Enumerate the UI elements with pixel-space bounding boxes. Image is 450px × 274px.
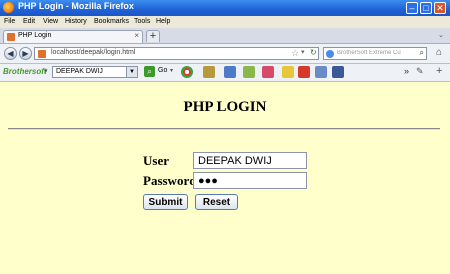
password-label: Password [143,173,197,188]
bookmark-star-icon[interactable]: ☆ [291,48,299,59]
tab-label: PHP Login [18,32,52,39]
toolbar-search-icon[interactable]: ⌕ [144,66,155,77]
window-titlebar[interactable]: PHP Login - Mozilla Firefox – □ ✕ [0,0,450,16]
menu-history[interactable]: History [65,18,87,25]
navigation-bar: ◀ ▶ localhost/deepak/login.html ☆ ▾ ↻ Br… [0,44,450,64]
menu-file[interactable]: File [4,18,15,25]
page-favicon-icon [7,33,15,41]
search-bar[interactable]: BrotherSoft Extreme Cu ⌕ [323,47,427,60]
menu-bar: File Edit View History Bookmarks Tools H… [0,16,450,28]
horizontal-divider [8,128,440,130]
news-icon[interactable] [224,66,236,78]
new-tab-button[interactable]: + [146,30,160,42]
window-title: PHP Login - Mozilla Firefox [18,1,134,11]
firefox-icon [3,2,14,13]
page-title: PHP LOGIN [183,99,267,115]
site-identity-icon [38,50,46,58]
user-input[interactable] [193,152,307,169]
close-window-button[interactable]: ✕ [434,2,446,14]
minimize-button[interactable]: – [406,2,418,14]
forward-button[interactable]: ▶ [19,47,32,60]
url-bar[interactable]: localhost/deepak/login.html ☆ ▾ ↻ [34,47,319,60]
toolbar-search-select[interactable]: DEEPAK DWIJ ▼ [52,66,138,78]
photos-icon[interactable] [203,66,215,78]
toolbar-select-value[interactable]: DEEPAK DWIJ [56,68,103,75]
toolbar-overflow-button[interactable]: » [404,66,409,76]
submit-button[interactable]: Submit [143,194,188,210]
toolbar-add-icon[interactable]: + [436,65,442,77]
video-icon[interactable] [315,66,327,78]
page-content: PHP LOGIN User Password Submit Reset [0,82,450,274]
tab-close-button[interactable]: × [134,31,139,40]
tab-php-login[interactable]: PHP Login × [3,30,143,43]
mail-icon[interactable] [282,66,294,78]
toolbar-select-arrow-icon[interactable]: ▼ [126,67,137,77]
url-dropdown-icon[interactable]: ▾ [301,48,305,56]
menu-bookmarks[interactable]: Bookmarks [94,18,129,25]
edit-icon[interactable] [243,66,255,78]
brand-dropdown-icon[interactable]: ▾ [44,67,48,75]
tab-strip: PHP Login × + ⌄ [0,28,450,44]
password-input[interactable] [193,172,307,189]
toolbar-go-button[interactable]: Go [158,67,167,74]
menu-help[interactable]: Help [156,18,170,25]
tab-list-chevron-icon[interactable]: ⌄ [438,31,444,39]
search-icon[interactable]: ⌕ [420,48,424,58]
youtube-icon[interactable] [298,66,310,78]
wrench-icon[interactable]: ✎ [416,66,424,77]
toolbar-go-dropdown-icon[interactable]: ▾ [170,67,173,74]
reload-icon[interactable]: ↻ [310,48,317,57]
search-placeholder[interactable]: BrotherSoft Extreme Cu [337,50,413,56]
user-label: User [143,153,169,168]
chrome-icon[interactable] [181,66,193,78]
facebook-icon[interactable] [332,66,344,78]
menu-view[interactable]: View [43,18,58,25]
home-icon[interactable]: ⌂ [432,47,446,60]
brothersoft-logo[interactable]: Brothersoft [3,67,47,76]
menu-edit[interactable]: Edit [23,18,35,25]
brothersoft-toolbar: Brothersoft ▾ DEEPAK DWIJ ▼ ⌕ Go ▾ » ✎ + [0,64,450,82]
menu-tools[interactable]: Tools [134,18,150,25]
search-engine-icon[interactable] [326,50,334,58]
maximize-button[interactable]: □ [420,2,432,14]
url-text[interactable]: localhost/deepak/login.html [51,49,135,56]
back-button[interactable]: ◀ [4,47,17,60]
reset-button[interactable]: Reset [195,194,238,210]
gift-icon[interactable] [262,66,274,78]
